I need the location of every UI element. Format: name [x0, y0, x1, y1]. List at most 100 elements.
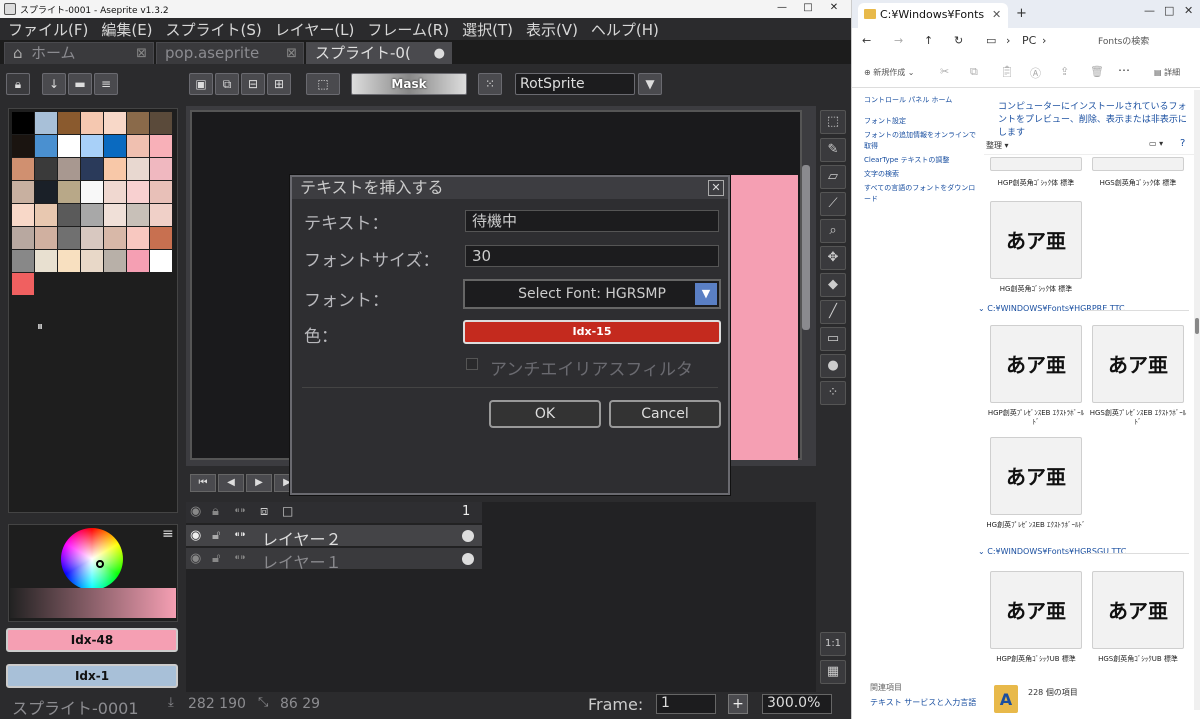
- menu-select[interactable]: 選択(T): [454, 18, 518, 40]
- palette-swatch[interactable]: [12, 273, 34, 295]
- continuous-icon[interactable]: ⁌⁍: [234, 551, 246, 565]
- menu-edit[interactable]: 編集(E): [93, 18, 157, 40]
- lock-icon[interactable]: 🔒︎: [6, 73, 30, 95]
- tab-pop-aseprite[interactable]: pop.aseprite ⊠: [156, 42, 304, 64]
- pencil-icon[interactable]: ✎: [820, 138, 846, 162]
- tab-close-icon[interactable]: ✕: [992, 3, 1001, 27]
- chevron-down-icon[interactable]: ▼: [638, 73, 662, 95]
- palette-swatch[interactable]: [127, 227, 149, 249]
- group-header[interactable]: ⌄ C:¥WINDOWS¥Fonts¥HGRSGU.TTC: [978, 547, 1126, 556]
- group-header[interactable]: ⌄ C:¥WINDOWS¥Fonts¥HGRPRE.TTC: [978, 304, 1125, 313]
- palette-swatch[interactable]: [104, 181, 126, 203]
- list-icon[interactable]: ≡: [94, 73, 118, 95]
- move-icon[interactable]: ✥: [820, 246, 846, 270]
- lock-icon[interactable]: 🔒︎: [212, 504, 219, 519]
- palette-swatch[interactable]: [127, 112, 149, 134]
- close-icon[interactable]: ✕: [708, 180, 724, 196]
- palette-swatch[interactable]: [104, 158, 126, 180]
- cut-icon[interactable]: ✂: [940, 65, 949, 78]
- mask-color-button[interactable]: Mask: [351, 73, 467, 95]
- layer-group-icon[interactable]: ⧈: [260, 504, 268, 519]
- palette-swatch[interactable]: [35, 112, 57, 134]
- menu-view[interactable]: 表示(V): [518, 18, 583, 40]
- cancel-button[interactable]: Cancel: [609, 400, 721, 428]
- palette-swatch[interactable]: [81, 227, 103, 249]
- font-tile[interactable]: あア亜: [990, 437, 1082, 515]
- close-button[interactable]: ✕: [822, 2, 846, 16]
- palette-swatch[interactable]: [12, 181, 34, 203]
- palette-swatch[interactable]: [127, 158, 149, 180]
- layer-row[interactable]: ◉ 🔓︎ ⁌⁍ レイヤー１: [186, 548, 482, 572]
- chevron-down-icon[interactable]: ▼: [695, 283, 717, 305]
- selection-intersect-icon[interactable]: ⊞: [267, 73, 291, 95]
- wheel-cursor[interactable]: [96, 560, 104, 568]
- ok-button[interactable]: OK: [489, 400, 601, 428]
- palette-swatch[interactable]: [81, 181, 103, 203]
- text-input[interactable]: 待機中: [465, 210, 719, 232]
- font-size-input[interactable]: 30: [465, 245, 719, 267]
- eye-icon[interactable]: ◉: [190, 551, 201, 566]
- palette-swatch[interactable]: [150, 181, 172, 203]
- palette-swatch[interactable]: [12, 112, 34, 134]
- text-services-link[interactable]: テキスト サービスと入力言語: [870, 697, 976, 708]
- eraser-icon[interactable]: ▱: [820, 165, 846, 189]
- close-button[interactable]: ✕: [1184, 4, 1193, 17]
- selection-replace-icon[interactable]: ▣: [189, 73, 213, 95]
- menu-file[interactable]: ファイル(F): [0, 18, 93, 40]
- palette-swatch[interactable]: [12, 250, 34, 272]
- minimize-button[interactable]: —: [770, 2, 794, 16]
- lock-icon[interactable]: 🔓︎: [212, 551, 220, 566]
- back-icon[interactable]: ←: [862, 34, 871, 47]
- foreground-color-button[interactable]: Idx-48: [6, 628, 178, 652]
- palette-swatch[interactable]: [150, 250, 172, 272]
- copy-icon[interactable]: ⧉: [970, 65, 978, 79]
- minimize-button[interactable]: —: [1144, 4, 1155, 17]
- palette-swatch[interactable]: [127, 250, 149, 272]
- palette-swatch[interactable]: [127, 135, 149, 157]
- scroll-thumb[interactable]: [1195, 318, 1199, 334]
- palette-swatch[interactable]: [81, 158, 103, 180]
- rectangle-icon[interactable]: ▭: [820, 327, 846, 351]
- color-shade-bar[interactable]: [10, 588, 176, 618]
- palette-swatch[interactable]: [127, 181, 149, 203]
- palette-swatch[interactable]: [12, 158, 34, 180]
- palette-swatch[interactable]: [104, 135, 126, 157]
- scrollbar[interactable]: [1194, 90, 1200, 710]
- palette-swatch[interactable]: [150, 227, 172, 249]
- breadcrumb-chevron-icon[interactable]: ›: [1006, 34, 1010, 47]
- lock-icon[interactable]: 🔓︎: [212, 528, 220, 543]
- font-tile[interactable]: [1092, 157, 1184, 171]
- palette-resize-icon[interactable]: ⏸: [37, 319, 59, 341]
- palette-swatch[interactable]: [81, 204, 103, 226]
- forward-icon[interactable]: →: [894, 34, 903, 47]
- palette-swatch[interactable]: [81, 112, 103, 134]
- menu-icon[interactable]: ≡: [162, 526, 174, 542]
- antialias-checkbox[interactable]: [466, 358, 478, 370]
- palette-swatch[interactable]: [81, 250, 103, 272]
- more-icon[interactable]: ⋯: [1118, 63, 1130, 77]
- play-icon[interactable]: ▶: [246, 474, 272, 492]
- palette-swatch[interactable]: [104, 250, 126, 272]
- font-tile[interactable]: あア亜: [990, 201, 1082, 279]
- palette-swatch[interactable]: [35, 227, 57, 249]
- download-fonts-link[interactable]: すべての言語のフォントをダウンロード: [864, 183, 982, 205]
- palette-swatch[interactable]: [35, 181, 57, 203]
- palette-swatch[interactable]: [58, 204, 80, 226]
- marquee-icon[interactable]: ⬚: [820, 110, 846, 134]
- palette-swatch[interactable]: [150, 112, 172, 134]
- cleartype-link[interactable]: ClearType テキストの調整: [864, 155, 982, 166]
- palette-swatch[interactable]: [35, 158, 57, 180]
- palette-swatch[interactable]: [58, 158, 80, 180]
- palette-swatch[interactable]: [12, 135, 34, 157]
- palette-swatch[interactable]: [35, 204, 57, 226]
- fill-icon[interactable]: ◆: [820, 273, 846, 297]
- palette-swatch[interactable]: [35, 135, 57, 157]
- frame-input[interactable]: 1: [656, 694, 716, 714]
- search-input[interactable]: Fontsの検索: [1098, 34, 1149, 47]
- zoom-icon[interactable]: ⌕: [820, 219, 846, 243]
- spray-icon[interactable]: ⁘: [820, 381, 846, 405]
- find-character-link[interactable]: 文字の検索: [864, 169, 982, 180]
- frame-number[interactable]: 1: [462, 504, 470, 519]
- palette-swatch[interactable]: [58, 181, 80, 203]
- eye-icon[interactable]: ◉: [190, 528, 201, 543]
